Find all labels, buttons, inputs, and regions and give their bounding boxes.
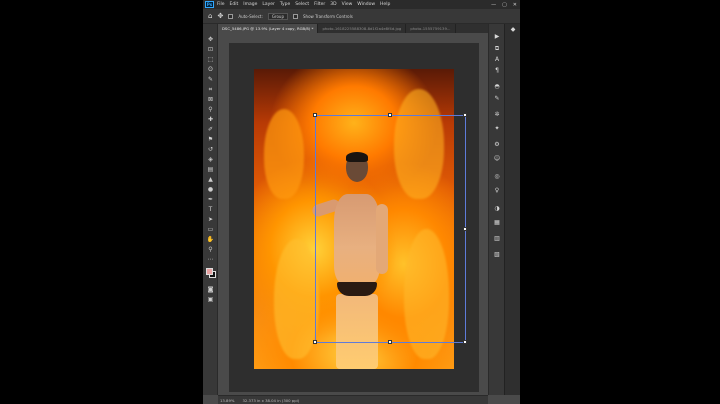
move-tool-preset-icon[interactable]: ✥	[217, 12, 223, 20]
status-bar: 13.89% 32.373 in x 38.04 in (300 ppi)	[218, 395, 488, 404]
history-icon[interactable]: ⧉	[492, 44, 502, 53]
menu-3d[interactable]: 3D	[330, 2, 336, 7]
transform-handle-bottom-right[interactable]	[463, 340, 467, 344]
gradients-icon[interactable]: ◑	[492, 204, 502, 213]
home-icon[interactable]: ⌂	[208, 12, 212, 20]
maximize-button[interactable]: ▢	[502, 2, 507, 8]
tab-document-2[interactable]: photo-1618225588308-8d1f2a4e8f4d.jpg	[318, 24, 407, 33]
menu-window[interactable]: Window	[357, 2, 375, 7]
tab-document-3[interactable]: photo-1555759139...	[406, 24, 456, 33]
character-icon[interactable]: A	[492, 55, 502, 64]
menu-bar: Ps File Edit Image Layer Type Select Fil…	[203, 0, 520, 9]
path-select-icon[interactable]: ➤	[206, 216, 215, 224]
channels-icon[interactable]: ▧	[492, 250, 502, 259]
styles-icon[interactable]: ✦	[492, 124, 502, 133]
flame-shape	[264, 109, 304, 199]
auto-select-label: Auto-Select:	[238, 13, 263, 19]
adjustments-icon[interactable]: ✲	[492, 110, 502, 119]
close-button[interactable]: ✕	[513, 2, 517, 8]
history-brush-icon[interactable]: ↺	[206, 146, 215, 154]
transform-handle-top-left[interactable]	[313, 113, 317, 117]
screen-mode-icon[interactable]: ▣	[206, 296, 215, 304]
layers-icon[interactable]: ▥	[492, 234, 502, 243]
layers-stack-icon[interactable]: ◆	[508, 25, 518, 34]
app-logo: Ps	[205, 1, 214, 8]
transform-handle-bottom-left[interactable]	[313, 340, 317, 344]
menu-layer[interactable]: Layer	[262, 2, 275, 7]
transform-controls-checkbox[interactable]	[293, 13, 299, 19]
brushes-icon[interactable]: ✎	[492, 94, 502, 103]
glyphs-icon[interactable]: ◓	[492, 82, 502, 91]
eraser-icon[interactable]: ◈	[206, 156, 215, 164]
window-controls: — ▢ ✕	[491, 2, 520, 8]
blur-icon[interactable]: ▲	[206, 176, 215, 184]
rectangle-icon[interactable]: ▭	[206, 226, 215, 234]
hand-icon[interactable]: ✋	[206, 236, 215, 244]
minimize-button[interactable]: —	[491, 2, 496, 8]
menu-edit[interactable]: Edit	[230, 2, 239, 7]
quick-mask-icon[interactable]: ◙	[206, 286, 215, 294]
menu-view[interactable]: View	[342, 2, 353, 7]
menu-image[interactable]: Image	[243, 2, 257, 7]
quick-select-icon[interactable]: ✎	[206, 76, 215, 84]
stamp-icon[interactable]: ⚑	[206, 136, 215, 144]
more-tools-icon[interactable]: ⋯	[206, 256, 215, 264]
color-icon[interactable]: ◎	[492, 172, 502, 181]
dodge-icon[interactable]: ●	[206, 186, 215, 194]
right-letterbox	[520, 0, 720, 404]
tab-active-document[interactable]: DSC_5486.JPG @ 13.9% (Layer 4 copy, RGB/…	[218, 24, 319, 33]
properties-icon[interactable]: ⚙	[492, 140, 502, 149]
marquee-icon[interactable]: ⬚	[206, 56, 215, 64]
menu-items: File Edit Image Layer Type Select Filter…	[217, 2, 390, 7]
swatches-icon[interactable]: ♀	[492, 186, 502, 195]
menu-file[interactable]: File	[217, 2, 225, 7]
zoom-icon[interactable]: ⚲	[206, 246, 215, 254]
menu-type[interactable]: Type	[280, 2, 290, 7]
artboard-icon[interactable]: ⊡	[206, 46, 215, 54]
patterns-icon[interactable]: ▦	[492, 218, 502, 227]
type-icon[interactable]: T	[206, 206, 215, 214]
move-icon[interactable]: ✥	[206, 36, 215, 44]
document-size: 32.373 in x 38.04 in (300 ppi)	[242, 397, 300, 403]
lasso-icon[interactable]: ʘ	[206, 66, 215, 74]
transform-handle-top[interactable]	[388, 113, 392, 117]
transform-controls-label: Show Transform Controls	[303, 13, 353, 19]
panel-dock-secondary: ◆	[504, 24, 520, 395]
pen-icon[interactable]: ✒	[206, 196, 215, 204]
brush-icon[interactable]: ✐	[206, 126, 215, 134]
zoom-level[interactable]: 13.89%	[220, 398, 234, 403]
libraries-icon[interactable]: ☺	[492, 154, 502, 163]
menu-filter[interactable]: Filter	[314, 2, 325, 7]
panel-dock-primary: ▶ ⧉ A ¶ ◓ ✎ ✲ ✦ ⚙ ☺ ◎ ♀ ◑ ▦ ▥ ▧	[488, 24, 504, 395]
gradient-icon[interactable]: ▤	[206, 166, 215, 174]
paragraph-icon[interactable]: ¶	[492, 66, 502, 75]
menu-select[interactable]: Select	[295, 2, 309, 7]
photoshop-window: Ps File Edit Image Layer Type Select Fil…	[203, 0, 520, 404]
healing-icon[interactable]: ✚	[206, 116, 215, 124]
options-bar: ⌂ ✥ Auto-Select: Group Show Transform Co…	[203, 9, 520, 24]
transform-handle-bottom[interactable]	[388, 340, 392, 344]
auto-select-checkbox[interactable]	[228, 13, 234, 19]
auto-select-dropdown[interactable]: Group	[267, 12, 289, 20]
play-icon[interactable]: ▶	[492, 32, 502, 41]
eyedropper-icon[interactable]: ⚲	[206, 106, 215, 114]
document-tabs: DSC_5486.JPG @ 13.9% (Layer 4 copy, RGB/…	[218, 24, 488, 33]
transform-bounding-box[interactable]	[313, 113, 467, 344]
frame-icon[interactable]: ⊠	[206, 96, 215, 104]
crop-icon[interactable]: ⌗	[206, 86, 215, 94]
tools-panel: ✥ ⊡ ⬚ ʘ ✎ ⌗ ⊠ ⚲ ✚ ✐ ⚑ ↺ ◈ ▤ ▲ ● ✒ T ➤ ▭ …	[203, 24, 218, 395]
transform-handle-top-right[interactable]	[463, 113, 467, 117]
left-letterbox	[0, 0, 203, 404]
menu-help[interactable]: Help	[380, 2, 390, 7]
foreground-color-swatch[interactable]	[206, 268, 213, 275]
transform-handle-right[interactable]	[463, 227, 467, 231]
